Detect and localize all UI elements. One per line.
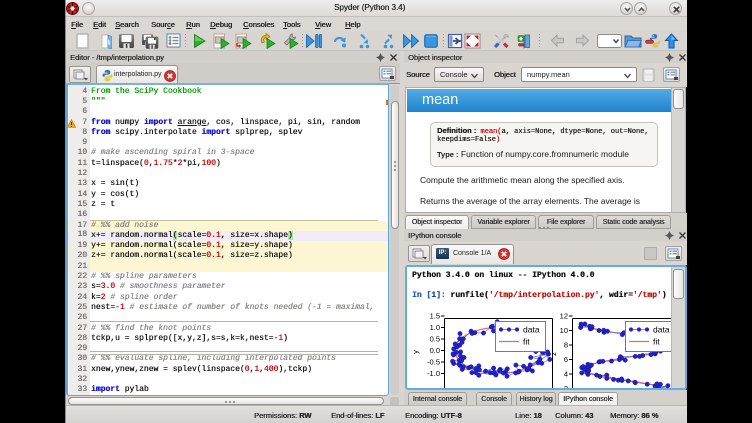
svg-text:fit: fit — [653, 337, 660, 347]
svg-text:0.0: 0.0 — [430, 346, 440, 355]
svg-text:8: 8 — [564, 341, 568, 350]
svg-text:-0.5: -0.5 — [427, 358, 440, 367]
svg-text:12: 12 — [560, 312, 568, 321]
svg-text:y: y — [411, 350, 420, 354]
svg-text:z: z — [549, 352, 558, 356]
svg-text:data: data — [653, 325, 670, 335]
svg-text:1.0: 1.0 — [430, 323, 440, 332]
svg-text:fit: fit — [523, 337, 530, 347]
svg-text:0.5: 0.5 — [430, 335, 440, 344]
svg-text:data: data — [523, 325, 540, 335]
svg-text:-1.0: -1.0 — [427, 369, 440, 378]
svg-text:1.5: 1.5 — [430, 312, 440, 321]
svg-text:4: 4 — [564, 370, 568, 379]
svg-text:6: 6 — [564, 355, 568, 364]
svg-text:10: 10 — [560, 326, 568, 335]
svg-text:2: 2 — [564, 384, 568, 388]
